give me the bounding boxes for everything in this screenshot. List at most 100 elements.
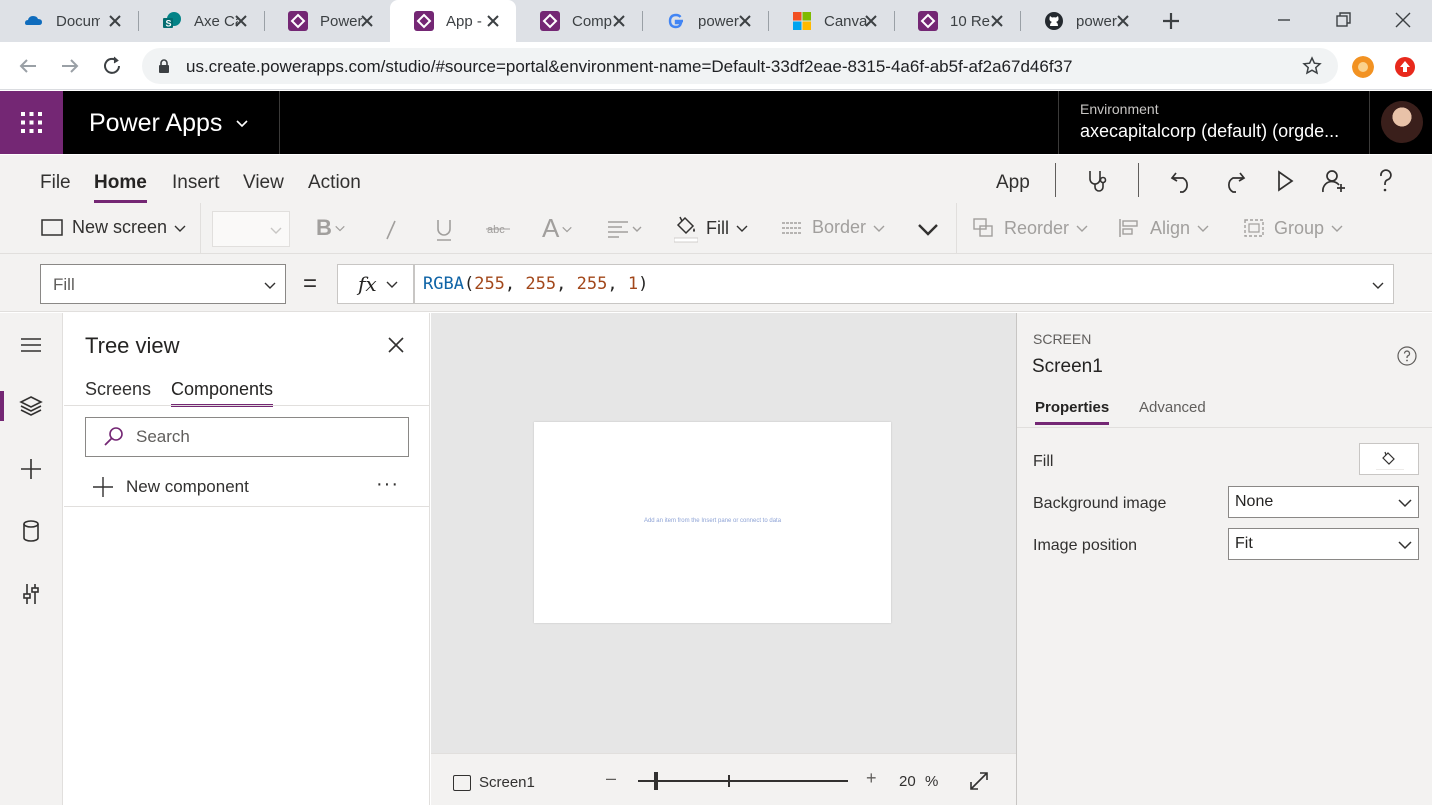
share-user-icon[interactable] (1320, 167, 1348, 195)
menu-view[interactable]: View (243, 172, 284, 194)
close-tab-icon[interactable] (106, 12, 124, 30)
app-launcher-button[interactable] (0, 91, 63, 154)
menu-file[interactable]: File (40, 172, 71, 194)
tab-screens[interactable]: Screens (85, 379, 151, 400)
zoom-slider-thumb[interactable] (654, 772, 658, 790)
menu-insert[interactable]: Insert (172, 172, 220, 194)
close-tab-icon[interactable] (484, 12, 502, 30)
browser-tab[interactable]: S Axe Ca (138, 0, 264, 42)
avatar[interactable] (1381, 101, 1423, 143)
font-color-button[interactable]: A (542, 213, 581, 244)
formula-arg: 255 (474, 274, 505, 294)
minimize-icon[interactable] (1272, 8, 1296, 32)
text-align-icon[interactable] (607, 219, 643, 239)
extension-icon[interactable] (1352, 56, 1374, 78)
reload-icon[interactable] (100, 54, 124, 78)
fx-button[interactable]: fx (337, 264, 414, 304)
browser-tab[interactable]: power (642, 0, 768, 42)
app-checker-icon[interactable] (1084, 167, 1112, 195)
extension-upload-icon[interactable] (1394, 56, 1416, 78)
hamburger-icon[interactable] (19, 333, 43, 357)
fill-color-swatch (1376, 468, 1404, 470)
environment-picker[interactable]: Environment axecapitalcorp (default) (or… (1058, 91, 1370, 154)
app-brand[interactable]: Power Apps (89, 109, 250, 138)
fill-color-picker[interactable] (1359, 443, 1419, 475)
screen-preview[interactable]: Add an item from the Insert pane or conn… (534, 422, 891, 623)
chevron-down-icon (562, 226, 573, 232)
close-window-icon[interactable] (1391, 8, 1415, 32)
undo-icon[interactable] (1168, 167, 1196, 195)
close-tab-icon[interactable] (988, 12, 1006, 30)
tab-properties[interactable]: Properties (1035, 399, 1110, 425)
close-tab-icon[interactable] (610, 12, 628, 30)
zoom-slider[interactable] (638, 772, 848, 790)
fit-to-window-icon[interactable] (969, 771, 989, 791)
close-icon[interactable] (386, 335, 406, 355)
browser-tab[interactable]: power (1020, 0, 1146, 42)
group-button[interactable]: Group (1242, 217, 1352, 239)
browser-tab-active[interactable]: App - (390, 0, 516, 42)
close-tab-icon[interactable] (736, 12, 754, 30)
bold-button[interactable]: B (316, 215, 354, 241)
browser-tab[interactable]: Canva (768, 0, 894, 42)
tab-advanced[interactable]: Advanced (1139, 399, 1206, 416)
advanced-tools-icon[interactable] (19, 582, 43, 606)
menu-home[interactable]: Home (94, 172, 147, 203)
image-position-dropdown[interactable]: Fit (1228, 528, 1419, 560)
restore-icon[interactable] (1331, 8, 1355, 32)
border-button[interactable]: Border (780, 217, 894, 238)
italic-icon[interactable] (383, 219, 399, 241)
browser-tab[interactable]: Docum (0, 0, 138, 42)
close-tab-icon[interactable] (862, 12, 880, 30)
close-tab-icon[interactable] (1114, 12, 1132, 30)
data-cylinder-icon[interactable] (19, 519, 43, 543)
selected-name[interactable]: Screen1 (1032, 356, 1103, 378)
insert-plus-icon[interactable] (19, 457, 43, 481)
play-preview-icon[interactable] (1271, 167, 1299, 195)
help-icon[interactable] (1372, 167, 1400, 195)
search-input[interactable]: Search (85, 417, 409, 457)
screen-selector[interactable]: Screen1 (453, 774, 535, 791)
paint-bucket-icon (674, 216, 698, 243)
new-screen-button[interactable]: New screen (40, 217, 195, 238)
browser-tab[interactable]: Power (264, 0, 390, 42)
forward-icon[interactable] (58, 54, 82, 78)
align-button[interactable]: Align (1118, 217, 1218, 239)
app-menu-button[interactable]: App (996, 172, 1030, 194)
formula-input[interactable]: RGBA(255, 255, 255, 1) (414, 264, 1394, 304)
tree-row-divider (64, 506, 430, 507)
background-image-label: Background image (1033, 495, 1167, 512)
underline-icon[interactable] (434, 218, 454, 242)
menu-action[interactable]: Action (308, 172, 361, 194)
redo-icon[interactable] (1220, 167, 1248, 195)
more-options-button[interactable]: ··· (376, 473, 399, 496)
tab-components[interactable]: Components (171, 379, 274, 407)
reorder-label: Reorder (1004, 217, 1070, 238)
chevron-down-icon (236, 119, 248, 127)
browser-tab[interactable]: 10 Re (894, 0, 1020, 42)
formula-arg: 255 (576, 274, 608, 294)
close-tab-icon[interactable] (232, 12, 250, 30)
background-image-dropdown[interactable]: None (1228, 486, 1419, 518)
url-omnibox[interactable]: us.create.powerapps.com/studio/#source=p… (142, 48, 1338, 84)
bookmark-star-icon[interactable] (1302, 56, 1322, 76)
back-icon[interactable] (16, 54, 40, 78)
expand-ribbon-icon[interactable] (916, 220, 940, 238)
close-tab-icon[interactable] (358, 12, 376, 30)
property-dropdown[interactable]: Fill (40, 264, 286, 304)
reorder-button[interactable]: Reorder (972, 217, 1097, 239)
new-tab-icon[interactable] (1160, 10, 1182, 32)
strikethrough-icon[interactable]: abc (486, 221, 512, 237)
tree-view-layers-icon[interactable] (19, 394, 43, 418)
expand-formula-icon[interactable] (1371, 278, 1385, 292)
font-size-dropdown[interactable] (212, 211, 290, 247)
browser-tab[interactable]: Comp (516, 0, 642, 42)
fill-button[interactable]: Fill (674, 213, 757, 243)
chevron-down-icon (270, 227, 282, 234)
zoom-in-button[interactable]: + (866, 768, 877, 789)
help-circle-icon[interactable] (1397, 346, 1417, 366)
design-canvas[interactable]: Add an item from the Insert pane or conn… (431, 313, 1016, 753)
background-image-value: None (1235, 493, 1274, 510)
zoom-out-button[interactable]: – (606, 768, 616, 789)
new-component-button[interactable]: New component (92, 476, 249, 498)
